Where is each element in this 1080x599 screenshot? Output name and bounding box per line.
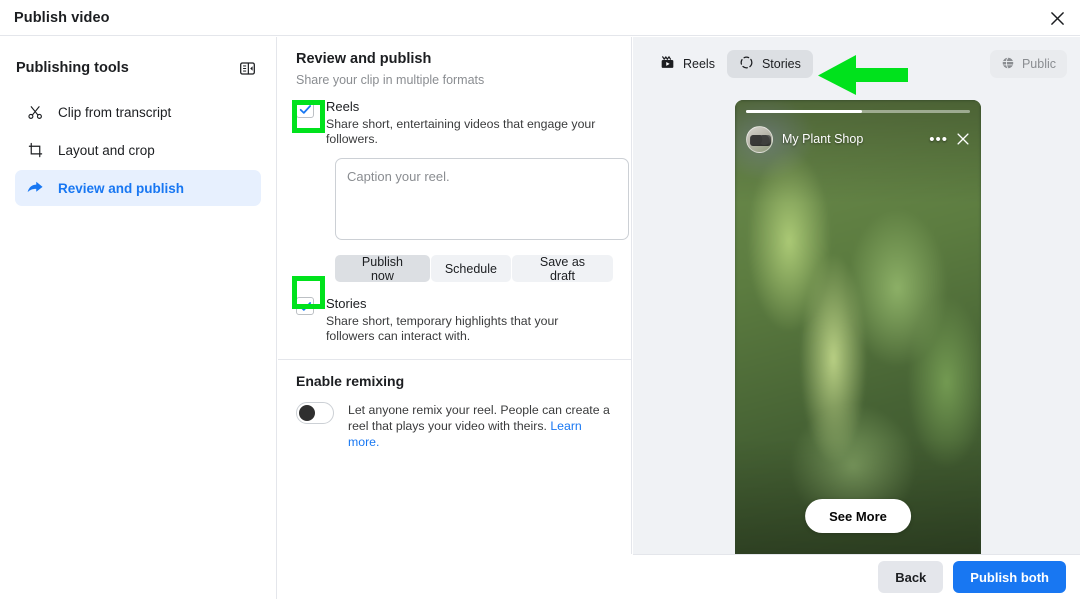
preview-toolbar: Reels Stories Public bbox=[633, 37, 1080, 92]
section-title: Review and publish bbox=[296, 51, 432, 67]
story-header: My Plant Shop ••• bbox=[746, 124, 970, 154]
account-name: My Plant Shop bbox=[782, 132, 864, 146]
clapperboard-icon bbox=[660, 55, 675, 73]
sidebar-header: Publishing tools bbox=[0, 49, 276, 89]
dialog-footer: Back Publish both bbox=[633, 554, 1080, 599]
reel-caption-input[interactable] bbox=[335, 158, 629, 240]
tab-stories[interactable]: Stories bbox=[726, 50, 813, 78]
reels-text: Reels Share short, entertaining videos t… bbox=[326, 99, 613, 147]
sidebar-item-label: Review and publish bbox=[58, 180, 185, 196]
stories-description: Share short, temporary highlights that y… bbox=[326, 314, 559, 343]
reels-label: Reels bbox=[326, 99, 360, 114]
sidebar-item-clip-from-transcript[interactable]: Clip from transcript bbox=[15, 94, 261, 130]
audience-selector[interactable]: Public bbox=[989, 50, 1067, 78]
sidebar-item-layout-and-crop[interactable]: Layout and crop bbox=[15, 132, 261, 168]
sidebar-item-label: Clip from transcript bbox=[58, 104, 172, 120]
story-progress-bar bbox=[746, 110, 970, 113]
section-subtitle: Share your clip in multiple formats bbox=[296, 73, 485, 87]
stories-checkbox-wrap bbox=[296, 297, 316, 317]
stories-label: Stories bbox=[326, 296, 367, 311]
remixing-toggle[interactable] bbox=[296, 402, 334, 424]
close-icon[interactable] bbox=[1044, 5, 1070, 31]
toggle-knob bbox=[299, 405, 315, 421]
sidebar-nav: Clip from transcript Layout and crop Rev… bbox=[0, 89, 276, 206]
story-preview[interactable]: My Plant Shop ••• See More bbox=[735, 100, 981, 570]
globe-icon bbox=[1001, 56, 1015, 73]
preview-panel: Reels Stories Public My Plant Shop ••• S… bbox=[633, 37, 1080, 570]
see-more-button[interactable]: See More bbox=[805, 499, 911, 533]
review-publish-section: Review and publish Share your clip in mu… bbox=[278, 37, 631, 344]
sidebar-heading: Publishing tools bbox=[16, 60, 129, 76]
reels-checkbox-wrap bbox=[296, 100, 316, 120]
stories-text: Stories Share short, temporary highlight… bbox=[326, 296, 613, 344]
reels-description: Share short, entertaining videos that en… bbox=[326, 117, 596, 146]
remixing-title: Enable remixing bbox=[296, 373, 405, 389]
audience-label: Public bbox=[1021, 57, 1056, 71]
avatar bbox=[746, 125, 773, 153]
publish-now-button[interactable]: Publish now bbox=[335, 255, 430, 283]
dashed-circle-icon bbox=[739, 55, 754, 73]
publish-options-group: Publish now Schedule Save as draft bbox=[335, 255, 613, 283]
dialog-titlebar: Publish video bbox=[0, 0, 1080, 36]
sidebar-item-review-and-publish[interactable]: Review and publish bbox=[15, 170, 261, 206]
crop-icon bbox=[25, 140, 45, 160]
preview-tab-group: Reels Stories bbox=[648, 50, 813, 78]
story-progress-fill bbox=[746, 110, 863, 113]
remixing-description-wrap: Let anyone remix your reel. People can c… bbox=[348, 402, 610, 450]
check-icon bbox=[299, 301, 311, 311]
review-publish-panel: Review and publish Share your clip in mu… bbox=[278, 37, 632, 599]
format-row-reels: Reels Share short, entertaining videos t… bbox=[296, 99, 613, 147]
footer-spacer bbox=[278, 554, 633, 599]
scissors-icon bbox=[25, 102, 45, 122]
close-icon[interactable] bbox=[956, 132, 970, 146]
tab-reels[interactable]: Reels bbox=[648, 50, 727, 78]
enable-remixing-section: Enable remixing Let anyone remix your re… bbox=[278, 360, 631, 450]
tab-label: Stories bbox=[761, 57, 801, 71]
remixing-row: Let anyone remix your reel. People can c… bbox=[296, 402, 613, 450]
panel-collapse-icon[interactable] bbox=[234, 55, 260, 81]
check-icon bbox=[299, 104, 311, 114]
tab-label: Reels bbox=[683, 57, 715, 71]
publish-both-button[interactable]: Publish both bbox=[953, 561, 1066, 593]
back-button[interactable]: Back bbox=[878, 561, 944, 593]
format-row-stories: Stories Share short, temporary highlight… bbox=[296, 296, 613, 344]
page-title: Publish video bbox=[14, 9, 110, 26]
save-as-draft-button[interactable]: Save as draft bbox=[511, 255, 613, 283]
publish-video-dialog: Publish video Publishing tools Clip from… bbox=[0, 0, 1080, 599]
reels-checkbox[interactable] bbox=[296, 100, 314, 118]
stories-checkbox[interactable] bbox=[296, 297, 314, 315]
schedule-button[interactable]: Schedule bbox=[430, 255, 511, 282]
sidebar-item-label: Layout and crop bbox=[58, 142, 155, 158]
share-arrow-icon bbox=[25, 178, 45, 198]
sidebar: Publishing tools Clip from transcript La… bbox=[0, 37, 277, 599]
ellipsis-icon[interactable]: ••• bbox=[929, 131, 948, 148]
